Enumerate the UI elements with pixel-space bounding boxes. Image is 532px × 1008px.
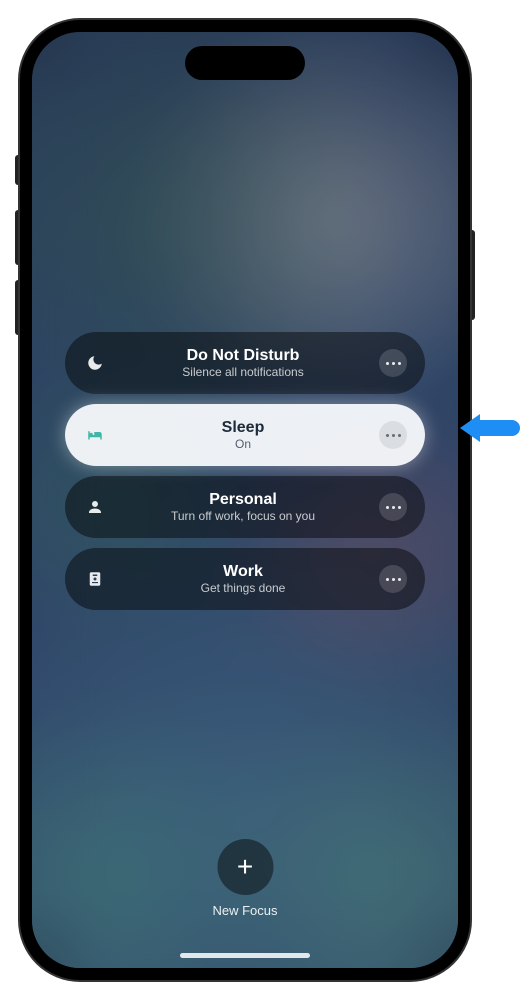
focus-item-sleep[interactable]: Sleep On xyxy=(65,404,425,466)
focus-text: Personal Turn off work, focus on you xyxy=(113,490,373,524)
focus-subtitle: Silence all notifications xyxy=(182,365,303,379)
more-button[interactable] xyxy=(379,349,407,377)
annotation-arrow xyxy=(460,414,520,442)
dynamic-island xyxy=(185,46,305,80)
more-button[interactable] xyxy=(379,565,407,593)
plus-icon: + xyxy=(217,839,273,895)
moon-icon xyxy=(83,354,107,372)
focus-text: Do Not Disturb Silence all notifications xyxy=(113,346,373,380)
focus-item-work[interactable]: Work Get things done xyxy=(65,548,425,610)
focus-text: Work Get things done xyxy=(113,562,373,596)
focus-text: Sleep On xyxy=(113,418,373,452)
focus-title: Sleep xyxy=(222,418,265,437)
focus-subtitle: On xyxy=(235,437,251,451)
focus-subtitle: Get things done xyxy=(201,581,286,595)
bed-icon xyxy=(83,426,107,444)
focus-item-dnd[interactable]: Do Not Disturb Silence all notifications xyxy=(65,332,425,394)
ellipsis-icon xyxy=(386,506,401,509)
ellipsis-icon xyxy=(386,434,401,437)
badge-icon xyxy=(83,570,107,588)
focus-item-personal[interactable]: Personal Turn off work, focus on you xyxy=(65,476,425,538)
phone-screen: Do Not Disturb Silence all notifications… xyxy=(32,32,458,968)
home-indicator[interactable] xyxy=(180,953,310,958)
focus-title: Do Not Disturb xyxy=(187,346,300,365)
more-button[interactable] xyxy=(379,421,407,449)
focus-title: Work xyxy=(223,562,263,581)
focus-title: Personal xyxy=(209,490,277,509)
phone-frame: Do Not Disturb Silence all notifications… xyxy=(20,20,470,980)
ellipsis-icon xyxy=(386,362,401,365)
more-button[interactable] xyxy=(379,493,407,521)
ellipsis-icon xyxy=(386,578,401,581)
new-focus-label: New Focus xyxy=(212,903,277,918)
new-focus-button[interactable]: + New Focus xyxy=(212,839,277,918)
focus-subtitle: Turn off work, focus on you xyxy=(171,509,315,523)
focus-menu: Do Not Disturb Silence all notifications… xyxy=(65,332,425,610)
person-icon xyxy=(83,498,107,516)
